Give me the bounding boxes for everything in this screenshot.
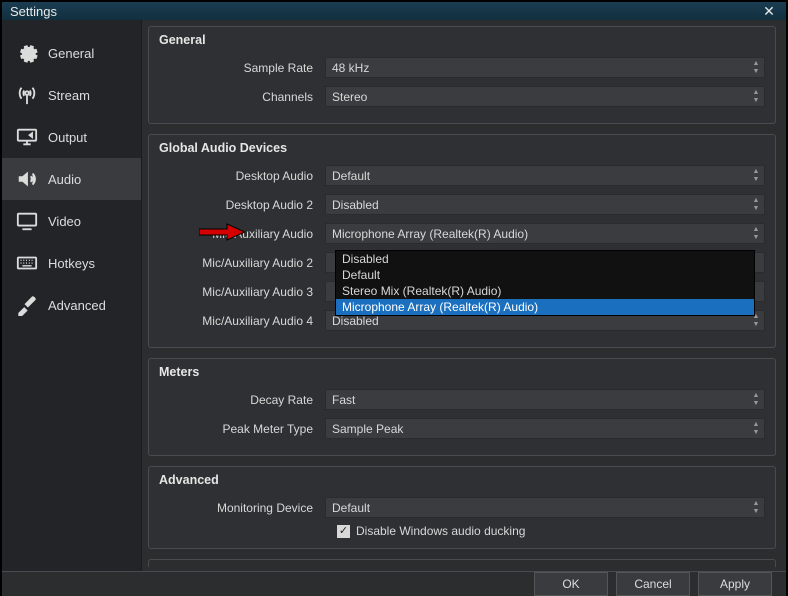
select-peak-meter[interactable]: Sample Peak ▲▼ bbox=[325, 418, 765, 439]
sidebar-item-label: Output bbox=[48, 130, 87, 145]
keyboard-icon bbox=[16, 252, 38, 274]
row-desktop-audio-2: Desktop Audio 2 Disabled ▲▼ bbox=[159, 192, 765, 217]
sidebar-item-stream[interactable]: Stream bbox=[2, 74, 141, 116]
group-advanced: Advanced Monitoring Device Default ▲▼ ✓ … bbox=[148, 466, 776, 549]
cancel-button[interactable]: Cancel bbox=[616, 572, 690, 596]
group-title: Global Audio Devices bbox=[159, 141, 765, 155]
close-icon[interactable]: ✕ bbox=[760, 2, 778, 20]
group-devices: Global Audio Devices Desktop Audio Defau… bbox=[148, 134, 776, 348]
row-channels: Channels Stereo ▲▼ bbox=[159, 84, 765, 109]
label-monitoring-device: Monitoring Device bbox=[159, 501, 325, 515]
row-mic-aux-2: Mic/Auxiliary Audio 2 DisabledDefaultSte… bbox=[159, 250, 765, 275]
row-mic-aux-1: Mic/Auxiliary Audio Microphone Array (Re… bbox=[159, 221, 765, 246]
dropdown-mic-aux[interactable]: DisabledDefaultStereo Mix (Realtek(R) Au… bbox=[335, 250, 755, 316]
label-mic-aux-4: Mic/Auxiliary Audio 4 bbox=[159, 314, 325, 328]
gear-icon bbox=[16, 42, 38, 64]
window-body: General Stream Output Audio Video Hotkey… bbox=[2, 20, 786, 571]
sidebar: General Stream Output Audio Video Hotkey… bbox=[2, 20, 142, 571]
group-cutoff bbox=[148, 559, 776, 567]
apply-button[interactable]: Apply bbox=[698, 572, 772, 596]
spin-icon[interactable]: ▲▼ bbox=[749, 420, 763, 437]
select-monitoring-device[interactable]: Default ▲▼ bbox=[325, 497, 765, 518]
select-sample-rate[interactable]: 48 kHz ▲▼ bbox=[325, 57, 765, 78]
group-title: Meters bbox=[159, 365, 765, 379]
spin-icon[interactable]: ▲▼ bbox=[749, 499, 763, 516]
dropdown-option[interactable]: Default bbox=[336, 267, 754, 283]
tools-icon bbox=[16, 294, 38, 316]
footer: OK Cancel Apply bbox=[2, 571, 786, 596]
label-peak-meter: Peak Meter Type bbox=[159, 422, 325, 436]
settings-window: Settings ✕ General Stream Output Audio bbox=[1, 1, 787, 579]
row-sample-rate: Sample Rate 48 kHz ▲▼ bbox=[159, 55, 765, 80]
label-mic-aux-3: Mic/Auxiliary Audio 3 bbox=[159, 285, 325, 299]
sidebar-item-output[interactable]: Output bbox=[2, 116, 141, 158]
red-arrow-icon bbox=[199, 222, 245, 242]
row-decay-rate: Decay Rate Fast ▲▼ bbox=[159, 387, 765, 412]
ok-button[interactable]: OK bbox=[534, 572, 608, 596]
label-desktop-audio: Desktop Audio bbox=[159, 169, 325, 183]
label-channels: Channels bbox=[159, 90, 325, 104]
antenna-icon bbox=[16, 84, 38, 106]
spin-icon[interactable]: ▲▼ bbox=[749, 88, 763, 105]
sidebar-item-video[interactable]: Video bbox=[2, 200, 141, 242]
group-general: General Sample Rate 48 kHz ▲▼ Channels S… bbox=[148, 26, 776, 124]
select-channels[interactable]: Stereo ▲▼ bbox=[325, 86, 765, 107]
spin-icon[interactable]: ▲▼ bbox=[749, 59, 763, 76]
label-sample-rate: Sample Rate bbox=[159, 61, 325, 75]
label-desktop-audio-2: Desktop Audio 2 bbox=[159, 198, 325, 212]
sidebar-item-label: Hotkeys bbox=[48, 256, 95, 271]
sidebar-item-advanced[interactable]: Advanced bbox=[2, 284, 141, 326]
group-title: General bbox=[159, 33, 765, 47]
output-icon bbox=[16, 126, 38, 148]
dropdown-option[interactable]: Microphone Array (Realtek(R) Audio) bbox=[336, 299, 754, 315]
row-peak-meter: Peak Meter Type Sample Peak ▲▼ bbox=[159, 416, 765, 441]
label-decay-rate: Decay Rate bbox=[159, 393, 325, 407]
sidebar-item-label: Advanced bbox=[48, 298, 106, 313]
content-pane: General Sample Rate 48 kHz ▲▼ Channels S… bbox=[142, 20, 786, 571]
sidebar-item-general[interactable]: General bbox=[2, 32, 141, 74]
checkbox-ducking[interactable]: ✓ bbox=[337, 525, 350, 538]
sidebar-item-audio[interactable]: Audio bbox=[2, 158, 141, 200]
spin-icon[interactable]: ▲▼ bbox=[749, 196, 763, 213]
select-decay-rate[interactable]: Fast ▲▼ bbox=[325, 389, 765, 410]
label-ducking: Disable Windows audio ducking bbox=[356, 524, 525, 538]
row-ducking: ✓ Disable Windows audio ducking bbox=[159, 524, 765, 538]
sidebar-item-label: Audio bbox=[48, 172, 81, 187]
sidebar-item-hotkeys[interactable]: Hotkeys bbox=[2, 242, 141, 284]
group-meters: Meters Decay Rate Fast ▲▼ Peak Meter Typ… bbox=[148, 358, 776, 456]
spin-icon[interactable]: ▲▼ bbox=[749, 391, 763, 408]
label-mic-aux-2: Mic/Auxiliary Audio 2 bbox=[159, 256, 325, 270]
window-title: Settings bbox=[10, 4, 760, 19]
row-monitoring-device: Monitoring Device Default ▲▼ bbox=[159, 495, 765, 520]
sidebar-item-label: General bbox=[48, 46, 94, 61]
spin-icon[interactable]: ▲▼ bbox=[749, 225, 763, 242]
speaker-icon bbox=[16, 168, 38, 190]
monitor-icon bbox=[16, 210, 38, 232]
group-title: Advanced bbox=[159, 473, 765, 487]
select-mic-aux-1[interactable]: Microphone Array (Realtek(R) Audio) ▲▼ bbox=[325, 223, 765, 244]
row-desktop-audio: Desktop Audio Default ▲▼ bbox=[159, 163, 765, 188]
select-desktop-audio[interactable]: Default ▲▼ bbox=[325, 165, 765, 186]
titlebar[interactable]: Settings ✕ bbox=[2, 2, 786, 20]
sidebar-item-label: Video bbox=[48, 214, 81, 229]
sidebar-item-label: Stream bbox=[48, 88, 90, 103]
dropdown-option[interactable]: Stereo Mix (Realtek(R) Audio) bbox=[336, 283, 754, 299]
dropdown-option[interactable]: Disabled bbox=[336, 251, 754, 267]
select-desktop-audio-2[interactable]: Disabled ▲▼ bbox=[325, 194, 765, 215]
spin-icon[interactable]: ▲▼ bbox=[749, 167, 763, 184]
